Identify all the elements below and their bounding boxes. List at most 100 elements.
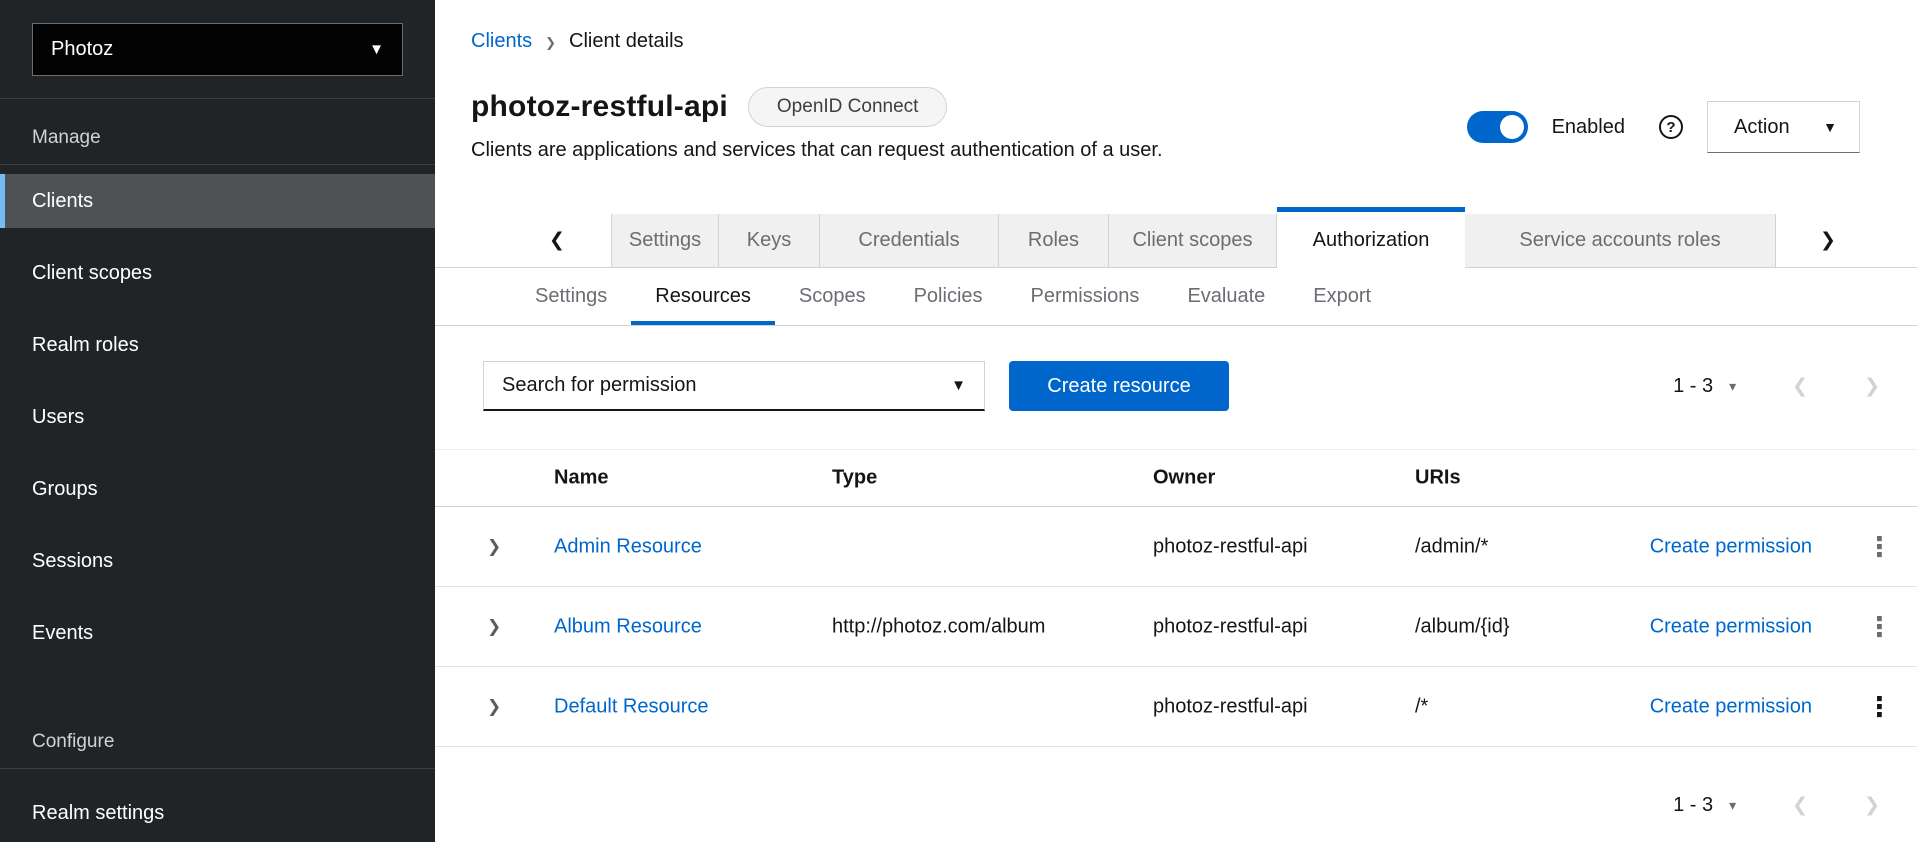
pagination-caret-icon[interactable]: ▾ (1729, 378, 1736, 395)
resources-table: Name Type Owner URIs ❯ Admin Resource ph… (435, 449, 1917, 747)
search-input[interactable] (502, 374, 941, 397)
subtab-evaluate[interactable]: Evaluate (1163, 268, 1289, 325)
nav-configure-list: Realm settings (0, 769, 435, 842)
pagination-caret-icon[interactable]: ▾ (1729, 797, 1736, 814)
realm-selector[interactable]: Photoz ▼ (32, 23, 403, 76)
pagination-range: 1 - 3 (1673, 794, 1713, 817)
column-header-type: Type (832, 467, 877, 490)
tab-authorization[interactable]: Authorization (1277, 207, 1465, 268)
main-content: Clients ❯ Client details photoz-restful-… (435, 0, 1917, 842)
kebab-menu-icon[interactable]: ⋮ (1866, 537, 1893, 557)
sidebar-item-users[interactable]: Users (0, 381, 435, 453)
pagination-bottom-row: 1 - 3 ▾ ❮ ❯ (435, 777, 1917, 833)
table-row: ❯ Album Resource http://photoz.com/album… (435, 587, 1917, 667)
help-icon[interactable]: ? (1659, 115, 1683, 139)
enabled-label: Enabled (1552, 116, 1625, 139)
resource-name-link[interactable]: Admin Resource (554, 535, 702, 558)
protocol-badge: OpenID Connect (748, 87, 948, 127)
caret-down-icon: ▼ (369, 41, 384, 58)
kebab-menu-icon[interactable]: ⋮ (1866, 697, 1893, 717)
resource-owner: photoz-restful-api (1153, 615, 1308, 638)
header-controls: Enabled ? Action ▼ (1467, 101, 1860, 153)
next-page-button[interactable]: ❯ (1864, 794, 1880, 817)
scroll-tabs-left-button[interactable]: ❮ (535, 214, 579, 267)
previous-page-button[interactable]: ❮ (1792, 794, 1808, 817)
create-permission-link[interactable]: Create permission (1650, 535, 1812, 558)
tab-client-scopes[interactable]: Client scopes (1109, 214, 1277, 267)
next-page-button[interactable]: ❯ (1864, 375, 1880, 398)
column-header-uris: URIs (1415, 467, 1461, 490)
kebab-menu-icon[interactable]: ⋮ (1866, 617, 1893, 637)
sidebar-item-client-scopes[interactable]: Client scopes (0, 237, 435, 309)
create-permission-link[interactable]: Create permission (1650, 695, 1812, 718)
scroll-tabs-right-button[interactable]: ❯ (1806, 214, 1850, 267)
resource-owner: photoz-restful-api (1153, 535, 1308, 558)
tab-roles[interactable]: Roles (999, 214, 1109, 267)
sidebar-item-label: Clients (0, 174, 435, 228)
resource-uris: /admin/* (1415, 535, 1488, 558)
resource-owner: photoz-restful-api (1153, 695, 1308, 718)
sidebar-item-realm-settings[interactable]: Realm settings (0, 777, 435, 842)
page-header: photoz-restful-api OpenID Connect Client… (435, 53, 1917, 162)
previous-page-button[interactable]: ❮ (1792, 375, 1808, 398)
sidebar-item-sessions[interactable]: Sessions (0, 525, 435, 597)
breadcrumb-current: Client details (569, 30, 684, 53)
action-dropdown-label: Action (1734, 116, 1790, 139)
realm-selector-wrap: Photoz ▼ (0, 0, 435, 99)
pagination-range: 1 - 3 (1673, 375, 1713, 398)
realm-selector-label: Photoz (51, 38, 113, 61)
tab-settings[interactable]: Settings (611, 214, 719, 267)
subtab-settings[interactable]: Settings (511, 268, 631, 325)
resource-uris: /album/{id} (1415, 615, 1510, 638)
nav-section-title-configure: Configure (32, 731, 435, 753)
subtab-export[interactable]: Export (1289, 268, 1395, 325)
resource-type: http://photoz.com/album (832, 615, 1045, 638)
expand-row-icon[interactable]: ❯ (487, 537, 501, 557)
sidebar-item-label: Realm roles (0, 318, 435, 372)
table-row: ❯ Default Resource photoz-restful-api /*… (435, 667, 1917, 747)
sidebar: Photoz ▼ Manage Clients Client scopes Re… (0, 0, 435, 842)
caret-down-icon: ▼ (951, 377, 966, 394)
create-permission-link[interactable]: Create permission (1650, 615, 1812, 638)
resources-toolbar: ▼ Create resource 1 - 3 ▾ ❮ ❯ (435, 361, 1917, 411)
table-header-row: Name Type Owner URIs (435, 449, 1917, 507)
expand-row-icon[interactable]: ❯ (487, 697, 501, 717)
toggle-knob (1500, 115, 1524, 139)
subtab-policies[interactable]: Policies (890, 268, 1007, 325)
caret-down-icon: ▼ (1823, 119, 1837, 135)
tab-credentials[interactable]: Credentials (820, 214, 999, 267)
sidebar-item-clients[interactable]: Clients (0, 165, 435, 237)
breadcrumb: Clients ❯ Client details (435, 0, 1917, 53)
enabled-toggle[interactable] (1467, 111, 1528, 143)
column-header-name: Name (554, 467, 608, 490)
resource-name-link[interactable]: Default Resource (554, 695, 709, 718)
sidebar-item-label: Client scopes (0, 246, 435, 300)
subtab-permissions[interactable]: Permissions (1007, 268, 1164, 325)
action-dropdown[interactable]: Action ▼ (1707, 101, 1860, 153)
pagination-bottom: 1 - 3 ▾ ❮ ❯ (1673, 794, 1880, 817)
client-tabs: ❮ Settings Keys Credentials Roles Client… (435, 207, 1917, 268)
search-permission-select[interactable]: ▼ (483, 361, 985, 411)
tab-keys[interactable]: Keys (719, 214, 820, 267)
sidebar-item-label: Events (0, 606, 435, 660)
sidebar-item-label: Groups (0, 462, 435, 516)
column-header-owner: Owner (1153, 467, 1215, 490)
pagination-top: 1 - 3 ▾ ❮ ❯ (1673, 375, 1880, 398)
expand-row-icon[interactable]: ❯ (487, 617, 501, 637)
sidebar-item-label: Users (0, 390, 435, 444)
tab-service-accounts-roles[interactable]: Service accounts roles (1465, 214, 1776, 267)
sidebar-item-label: Sessions (0, 534, 435, 588)
authorization-subtabs: Settings Resources Scopes Policies Permi… (435, 268, 1917, 326)
subtab-scopes[interactable]: Scopes (775, 268, 890, 325)
resource-name-link[interactable]: Album Resource (554, 615, 702, 638)
breadcrumb-clients-link[interactable]: Clients (471, 30, 532, 53)
sidebar-item-label: Realm settings (0, 786, 435, 840)
subtab-resources[interactable]: Resources (631, 268, 775, 325)
nav-manage-list: Clients Client scopes Realm roles Users … (0, 165, 435, 669)
sidebar-item-events[interactable]: Events (0, 597, 435, 669)
chevron-right-icon: ❯ (545, 35, 556, 51)
sidebar-item-realm-roles[interactable]: Realm roles (0, 309, 435, 381)
resource-uris: /* (1415, 695, 1428, 718)
sidebar-item-groups[interactable]: Groups (0, 453, 435, 525)
create-resource-button[interactable]: Create resource (1009, 361, 1229, 411)
